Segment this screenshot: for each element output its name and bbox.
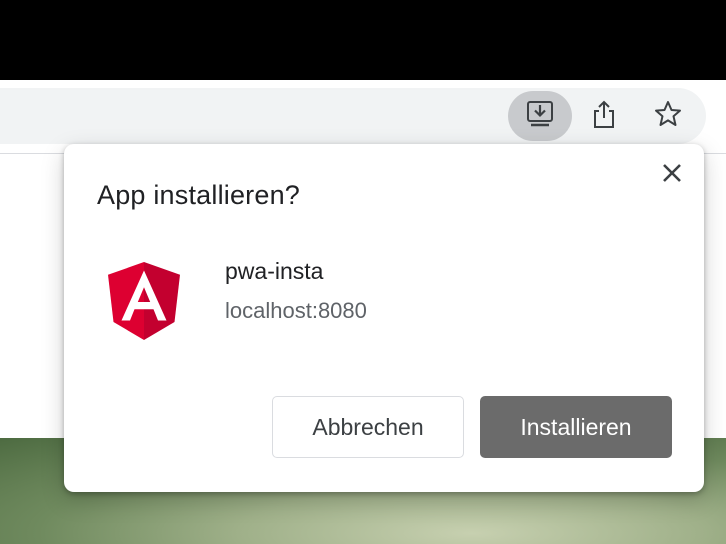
close-icon — [661, 162, 683, 189]
app-origin: localhost:8080 — [225, 298, 367, 323]
dialog-title: App installieren? — [97, 180, 301, 210]
browser-top-bar — [0, 0, 726, 80]
share-button[interactable] — [572, 91, 636, 141]
install-button[interactable]: Installieren — [480, 396, 672, 458]
bookmark-button[interactable] — [636, 91, 700, 141]
bookmark-star-icon — [653, 99, 683, 134]
angular-logo-icon — [108, 262, 180, 340]
close-button[interactable] — [655, 158, 689, 192]
app-name: pwa-insta — [225, 258, 324, 284]
install-app-icon — [525, 99, 555, 134]
install-app-dialog: App installieren? pwa-insta localhost:80… — [64, 144, 704, 492]
share-icon — [589, 99, 619, 134]
install-app-button[interactable] — [508, 91, 572, 141]
browser-toolbar — [0, 80, 726, 154]
cancel-button[interactable]: Abbrechen — [272, 396, 464, 458]
